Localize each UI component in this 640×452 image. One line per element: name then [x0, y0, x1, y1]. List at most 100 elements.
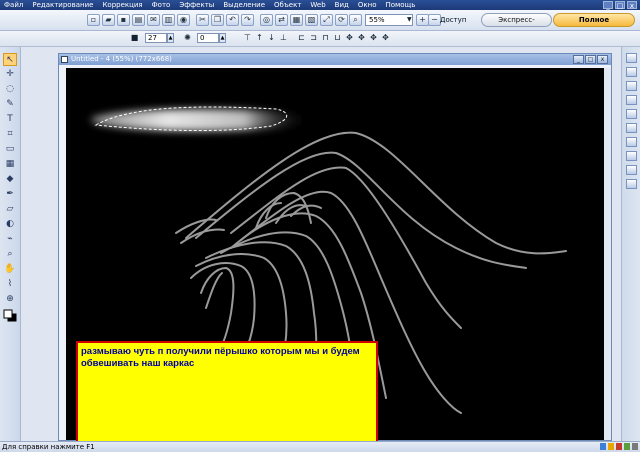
zoom-field[interactable]: 55% — [365, 14, 413, 26]
brush-tip-icon[interactable]: ■ — [130, 33, 139, 43]
access-label[interactable]: Доступ — [440, 14, 476, 26]
arrow-icon[interactable]: ↖ — [3, 53, 17, 66]
menu-file[interactable]: Файл — [0, 0, 26, 10]
crop-icon[interactable]: ⌗ — [3, 128, 17, 141]
pen-icon[interactable]: ✒ — [3, 188, 17, 201]
menu-photo[interactable]: Фото — [146, 0, 174, 10]
copy-icon[interactable]: ❐ — [211, 14, 224, 26]
panel-navigator-icon[interactable] — [626, 137, 637, 147]
distribute-icon[interactable]: ✥ — [345, 33, 354, 43]
move-icon[interactable]: ✛ — [3, 68, 17, 81]
doc-minimize-button[interactable]: _ — [573, 55, 584, 64]
distribute-h-icon[interactable]: ✥ — [369, 33, 378, 43]
menu-window[interactable]: Окно — [352, 0, 380, 10]
hand-icon[interactable]: ✋ — [3, 263, 17, 276]
palette-icon[interactable]: ▦ — [290, 14, 303, 26]
brush-size-field[interactable]: 27 — [145, 33, 167, 43]
redo-icon[interactable]: ↷ — [241, 14, 254, 26]
layers-icon[interactable]: ▧ — [305, 14, 318, 26]
app-minimize-button[interactable]: _ — [603, 1, 613, 10]
doc-close-button[interactable]: x — [597, 55, 608, 64]
menubar: Файл Редактирование Коррекция Фото Эффек… — [0, 0, 640, 10]
align-top-icon[interactable]: ⊤ — [243, 33, 252, 43]
panel-styles-icon[interactable] — [626, 109, 637, 119]
doc-maximize-button[interactable]: □ — [585, 55, 596, 64]
align-middle-icon[interactable]: ⊓ — [321, 33, 330, 43]
panel-history-icon[interactable] — [626, 67, 637, 77]
panel-layers-icon[interactable] — [626, 81, 637, 91]
magnifier-icon[interactable]: ⌕ — [349, 14, 362, 26]
cut-icon[interactable]: ✂ — [196, 14, 209, 26]
main-toolbar: ▫ ▰ ▪ ▤ ✉ ▥ ◉ ✂ ❐ ↶ ↷ ◎ ⇄ ▦ ▧ ⤢ ⟳ ⌕ 55% … — [0, 10, 640, 37]
menu-view[interactable]: Вид — [329, 0, 352, 10]
print-icon[interactable]: ▤ — [132, 14, 145, 26]
stamp-icon[interactable]: ⊕ — [3, 293, 17, 306]
eyedropper-icon[interactable]: ⌇ — [3, 278, 17, 291]
color-swatch-icon[interactable] — [3, 309, 17, 322]
zoom-dropdown-icon[interactable]: ▼ — [407, 15, 413, 25]
menu-web[interactable]: Web — [304, 0, 328, 10]
brush-size-spinner[interactable]: ▲ — [167, 33, 174, 43]
menu-correction[interactable]: Коррекция — [96, 0, 145, 10]
app-maximize-button[interactable]: □ — [615, 1, 625, 10]
text-icon[interactable]: T — [3, 113, 17, 126]
email-icon[interactable]: ✉ — [147, 14, 160, 26]
marquee-icon[interactable]: ▭ — [3, 143, 17, 156]
full-edit-button[interactable]: Полное редактиров... — [553, 13, 635, 37]
new-file-icon[interactable]: ▫ — [87, 14, 100, 26]
align-right-icon[interactable]: ⊔ — [333, 33, 342, 43]
document-titlebar[interactable]: Untitled - 4 (55%) (772x668) _ □ x — [59, 54, 611, 65]
status-info-icon — [600, 443, 606, 450]
open-folder-icon[interactable]: ▰ — [102, 14, 115, 26]
tool-palette: ↖ ✛ ◌ ✎ T ⌗ ▭ ▦ ◆ ✒ ▱ ◐ ⌁ ⌕ ✋ ⌇ ⊕ — [0, 47, 21, 441]
hardness-icon[interactable]: ✺ — [183, 33, 192, 43]
flip-icon[interactable]: ⇄ — [275, 14, 288, 26]
distribute-all-icon[interactable]: ✥ — [381, 33, 390, 43]
menu-object[interactable]: Объект — [268, 0, 304, 10]
dropper-icon[interactable]: ⌁ — [3, 233, 17, 246]
menu-help[interactable]: Помощь — [379, 0, 418, 10]
grid-icon[interactable]: ▦ — [3, 158, 17, 171]
scanner-icon[interactable]: ▥ — [162, 14, 175, 26]
menu-selection[interactable]: Выделение — [217, 0, 268, 10]
panel-filters-icon[interactable] — [626, 123, 637, 133]
app-window-controls: _ □ x — [603, 1, 640, 10]
resize-icon[interactable]: ⤢ — [320, 14, 333, 26]
brush-icon[interactable]: ✎ — [3, 98, 17, 111]
color-swatches[interactable] — [3, 309, 17, 322]
panel-info-icon[interactable] — [626, 151, 637, 161]
quick-fix-button[interactable]: Экспресс-коррекция — [481, 13, 552, 37]
zoom-icon[interactable]: ⌕ — [3, 248, 17, 261]
panel-effects-icon[interactable] — [626, 95, 637, 105]
opacity-field[interactable]: 0 — [197, 33, 219, 43]
status-bar: Для справки нажмите F1 — [0, 441, 640, 452]
web-icon[interactable]: ◎ — [260, 14, 273, 26]
document-icon — [61, 56, 68, 63]
eraser-icon[interactable]: ▱ — [3, 203, 17, 216]
shape-icon[interactable]: ◆ — [3, 173, 17, 186]
distribute-v-icon[interactable]: ✥ — [357, 33, 366, 43]
align-left-icon[interactable]: ⊏ — [297, 33, 306, 43]
align-up-icon[interactable]: ↑ — [255, 33, 264, 43]
align-center-icon[interactable]: ⊐ — [309, 33, 318, 43]
menu-effects[interactable]: Эффекты — [173, 0, 217, 10]
status-ok-icon — [624, 443, 630, 450]
panel-color-icon[interactable] — [626, 165, 637, 175]
save-icon[interactable]: ▪ — [117, 14, 130, 26]
app-close-button[interactable]: x — [627, 1, 637, 10]
panel-properties-icon[interactable] — [626, 53, 637, 63]
menu-edit[interactable]: Редактирование — [26, 0, 96, 10]
undo-icon[interactable]: ↶ — [226, 14, 239, 26]
status-misc-icon — [632, 443, 638, 450]
lasso-icon[interactable]: ◌ — [3, 83, 17, 96]
panel-brushes-icon[interactable] — [626, 179, 637, 189]
opacity-spinner[interactable]: ▲ — [219, 33, 226, 43]
vertical-scrollbar[interactable] — [604, 68, 611, 440]
align-bottom-icon[interactable]: ⊥ — [279, 33, 288, 43]
camera-icon[interactable]: ◉ — [177, 14, 190, 26]
bucket-icon[interactable]: ◐ — [3, 218, 17, 231]
status-warning-icon — [608, 443, 614, 450]
rotate-icon[interactable]: ⟳ — [335, 14, 348, 26]
align-down-icon[interactable]: ↓ — [267, 33, 276, 43]
status-error-icon — [616, 443, 622, 450]
